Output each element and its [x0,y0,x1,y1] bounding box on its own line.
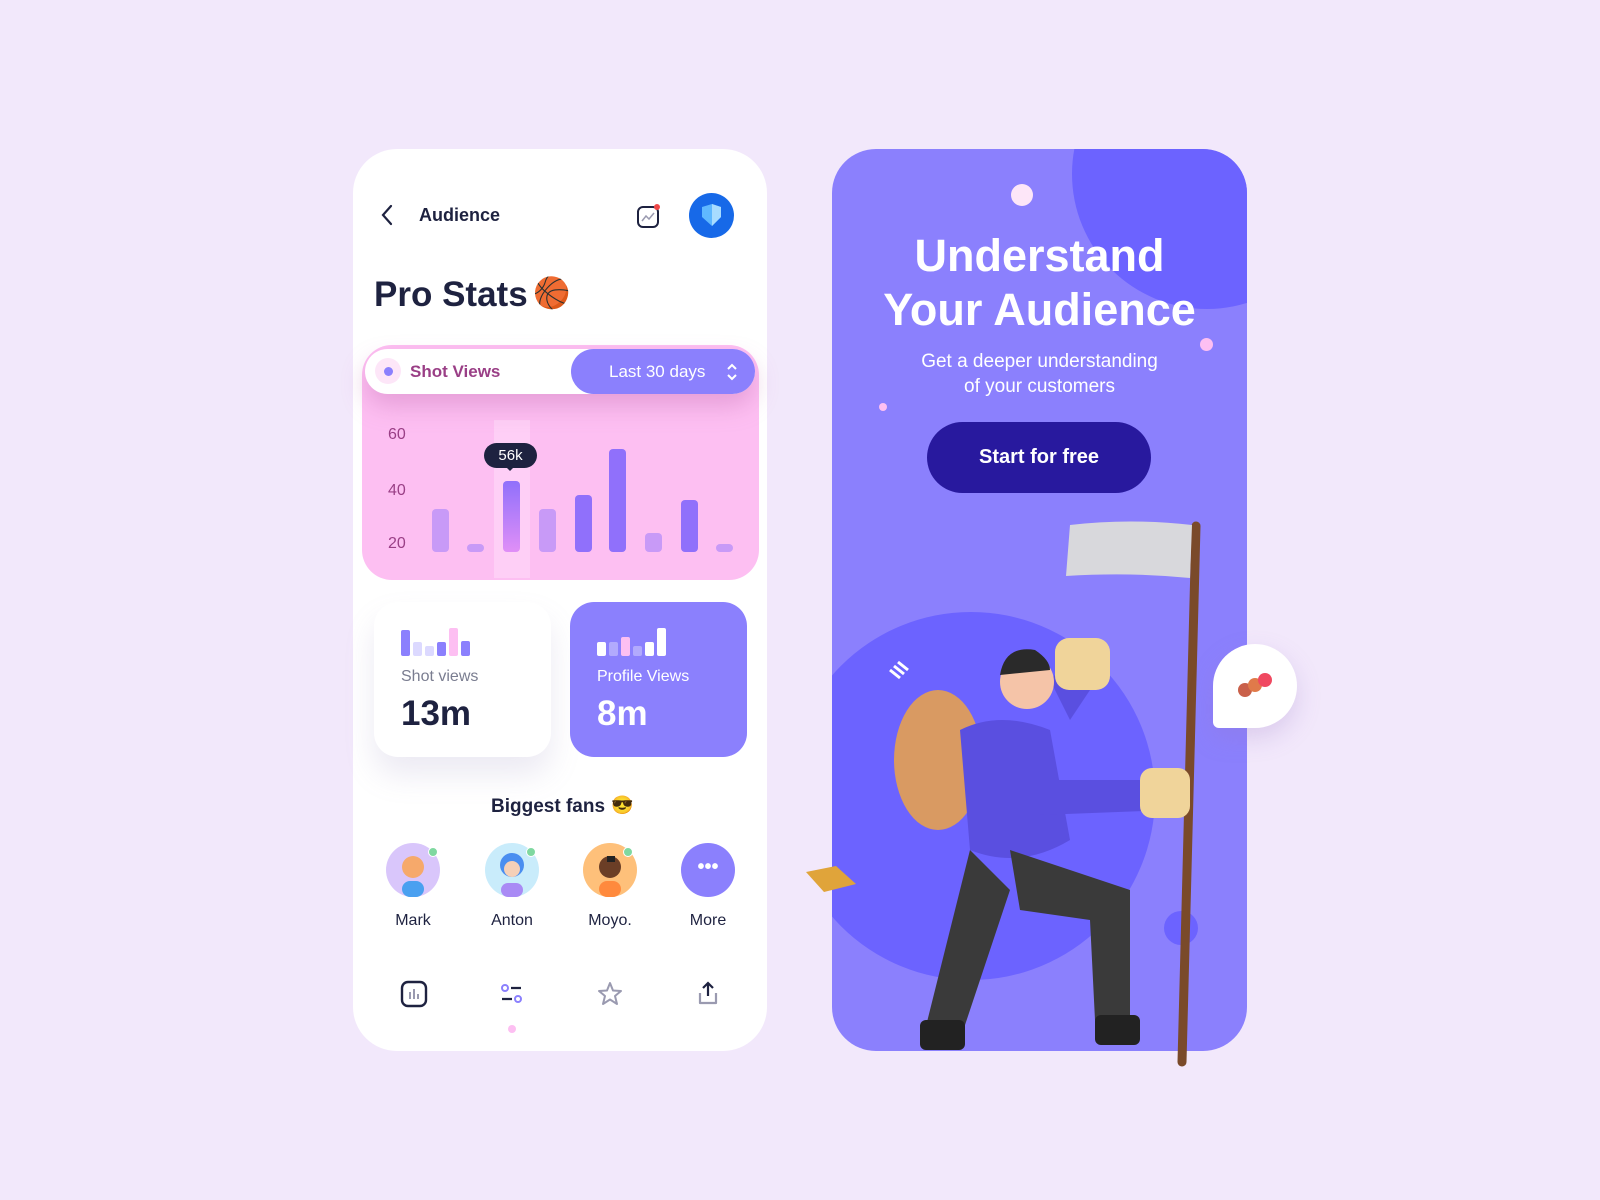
decor-dot [1200,338,1213,351]
fans-title: Biggest fans [491,796,606,817]
bar-tooltip: 56k [484,443,537,471]
chevron-updown-icon [727,363,737,381]
active-tab-indicator [508,1025,516,1033]
filters-icon[interactable] [498,980,526,1008]
page-title: Pro Stats [374,275,528,314]
fan-name: Anton [491,912,533,929]
share-icon[interactable] [694,980,722,1008]
sunglasses-emoji: 😎 [611,795,634,815]
header-title: Audience [419,205,501,225]
basketball-icon: 🏀 [533,277,571,310]
chart-bar[interactable] [644,533,662,552]
chart-notification-icon[interactable] [636,203,662,229]
chart-bar[interactable] [715,544,733,552]
chat-bubble-icon [1213,644,1297,728]
y-tick: 40 [388,482,406,499]
mini-bars-icon [597,628,666,656]
fan-name: More [689,912,727,929]
chart-bar[interactable] [502,481,520,552]
stat-value: 13m [401,694,472,733]
decor-dot [879,403,887,411]
chart-bar[interactable] [608,448,626,552]
online-indicator [428,847,438,857]
more-fans-button[interactable]: ••• [681,843,735,897]
stat-label: Profile Views [597,668,690,685]
stat-card-profile-views[interactable]: Profile Views 8m [570,602,747,757]
stats-icon[interactable] [400,980,428,1008]
chart-bar[interactable] [574,494,592,552]
chart-bar[interactable] [538,508,556,552]
fan-name: Moyo. [588,912,632,929]
decor-dot [1011,184,1033,206]
promo-subtitle-line2: of your customers [964,376,1115,397]
y-tick: 60 [388,426,406,443]
back-icon[interactable] [378,203,398,227]
chart-bar[interactable] [431,508,449,552]
chart-bar[interactable] [466,544,484,552]
hiker-with-flag-illustration [806,521,1201,1067]
stat-card-shot-views[interactable]: Shot views 13m [374,602,551,757]
online-indicator [526,847,536,857]
metric-label: Shot Views [410,362,501,381]
fan-name: Mark [395,912,431,929]
metric-dot-icon [375,358,401,384]
stat-label: Shot views [401,668,479,685]
range-select-value: Last 30 days [609,362,706,381]
y-tick: 20 [388,535,406,552]
star-icon[interactable] [596,980,624,1008]
promo-title-line2: Your Audience [883,284,1196,335]
promo-subtitle-line1: Get a deeper understanding [921,351,1158,372]
stat-value: 8m [597,694,648,733]
tooltip-value: 56k [498,447,523,464]
start-for-free-button[interactable]: Start for free [927,422,1151,493]
mini-bars-icon [401,628,470,656]
avatar[interactable] [689,193,734,238]
chart-bar[interactable] [680,500,698,552]
online-indicator [623,847,633,857]
promo-title-line1: Understand [914,230,1165,281]
